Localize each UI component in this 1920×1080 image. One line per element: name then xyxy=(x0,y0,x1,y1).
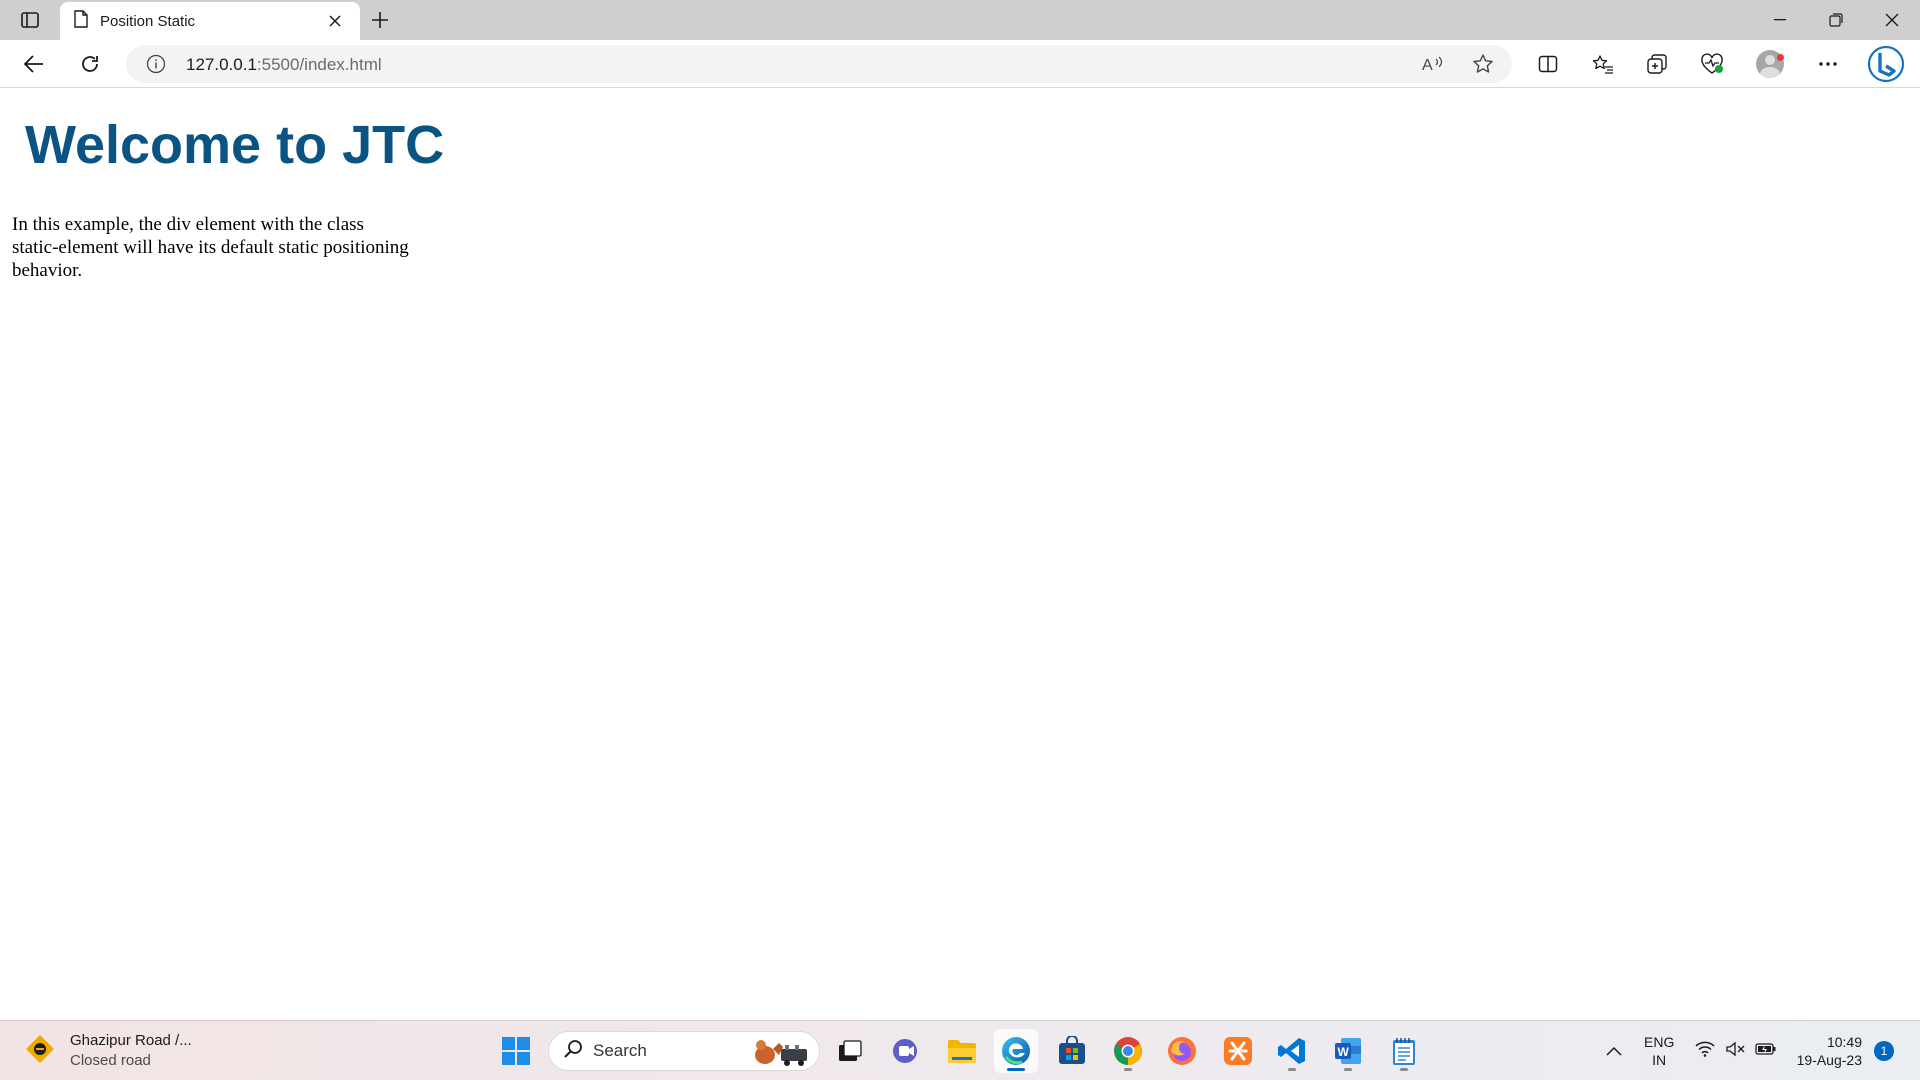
clock[interactable]: 10:49 19-Aug-23 xyxy=(1790,1033,1862,1069)
favorites-icon[interactable] xyxy=(1585,48,1621,80)
file-explorer-icon[interactable] xyxy=(940,1029,984,1073)
page-viewport: Welcome to JTC In this example, the div … xyxy=(0,89,1920,1019)
running-app-indicator xyxy=(1124,1068,1132,1071)
windows-start-icon[interactable] xyxy=(494,1029,538,1073)
teams-meet-icon[interactable] xyxy=(884,1029,928,1073)
taskbar-search[interactable]: Search xyxy=(548,1031,820,1071)
window-controls xyxy=(1752,0,1920,40)
favorite-star-icon[interactable] xyxy=(1468,52,1498,76)
weather-widget[interactable]: Ghazipur Road /... Closed road xyxy=(24,1031,192,1071)
browser-tab[interactable]: Position Static xyxy=(60,2,360,40)
notepad-icon[interactable] xyxy=(1382,1029,1426,1073)
url-host: 127.0.0.1 xyxy=(186,55,257,74)
quick-settings[interactable] xyxy=(1686,1029,1786,1073)
tab-actions-icon[interactable] xyxy=(14,8,46,32)
profile-avatar[interactable] xyxy=(1752,48,1788,80)
weather-subtitle: Closed road xyxy=(70,1052,151,1069)
page-heading: Welcome to JTC xyxy=(25,115,445,175)
speaker-muted-icon xyxy=(1725,1041,1745,1062)
search-icon xyxy=(563,1039,583,1064)
notification-dot xyxy=(1777,54,1784,61)
browser-essentials-icon[interactable] xyxy=(1694,48,1730,80)
svg-text:A: A xyxy=(1422,57,1433,73)
svg-text:W: W xyxy=(1338,1045,1350,1059)
tab-title: Position Static xyxy=(100,12,196,30)
restore-icon[interactable] xyxy=(1808,0,1864,40)
wifi-icon xyxy=(1695,1041,1715,1062)
new-tab-icon[interactable] xyxy=(366,6,394,34)
search-label: Search xyxy=(593,1041,647,1060)
xampp-icon[interactable] xyxy=(1216,1029,1260,1073)
active-app-indicator xyxy=(1007,1068,1025,1071)
address-bar[interactable]: 127.0.0.1:5500/index.html A xyxy=(126,45,1512,83)
input-language[interactable]: ENG IN xyxy=(1644,1033,1674,1069)
close-tab-icon[interactable] xyxy=(324,10,346,32)
page-icon xyxy=(74,9,88,33)
close-window-icon[interactable] xyxy=(1864,0,1920,40)
battery-charging-icon xyxy=(1755,1042,1777,1061)
microsoft-store-icon[interactable] xyxy=(1050,1029,1094,1073)
notification-count-badge[interactable]: 1 xyxy=(1874,1041,1894,1061)
tab-strip: Position Static xyxy=(0,0,1920,40)
running-app-indicator xyxy=(1344,1068,1352,1071)
word-icon[interactable]: W xyxy=(1326,1029,1370,1073)
browser-toolbar: 127.0.0.1:5500/index.html A xyxy=(0,40,1920,88)
language-code: ENG xyxy=(1644,1034,1675,1050)
chrome-icon[interactable] xyxy=(1106,1029,1150,1073)
running-app-indicator xyxy=(1400,1068,1408,1071)
show-hidden-icons-chevron-up-icon[interactable] xyxy=(1594,1029,1634,1073)
clock-time: 10:49 xyxy=(1826,1034,1862,1050)
weather-title: Ghazipur Road /... xyxy=(70,1032,192,1049)
minimize-icon[interactable] xyxy=(1752,0,1808,40)
read-aloud-icon[interactable]: A xyxy=(1418,52,1448,76)
more-options-icon[interactable] xyxy=(1810,48,1846,80)
clock-date: 19-Aug-23 xyxy=(1796,1052,1862,1068)
vscode-icon[interactable] xyxy=(1270,1029,1314,1073)
search-highlight-illustration-icon xyxy=(747,1035,813,1074)
split-screen-icon[interactable] xyxy=(1530,48,1566,80)
edge-browser-icon[interactable] xyxy=(994,1029,1038,1073)
back-icon[interactable] xyxy=(16,48,52,80)
task-view-icon[interactable] xyxy=(828,1029,872,1073)
bing-copilot-icon[interactable] xyxy=(1866,44,1906,84)
running-app-indicator xyxy=(1288,1068,1296,1071)
page-paragraph: In this example, the div element with th… xyxy=(12,214,409,281)
url-path: :5500/index.html xyxy=(256,55,382,74)
traffic-warning-icon xyxy=(24,1033,56,1070)
firefox-icon[interactable] xyxy=(1160,1029,1204,1073)
site-info-icon[interactable] xyxy=(146,54,166,79)
collections-icon[interactable] xyxy=(1639,48,1675,80)
url-text[interactable]: 127.0.0.1:5500/index.html xyxy=(186,55,382,75)
taskbar: Ghazipur Road /... Closed road Search W … xyxy=(0,1020,1920,1080)
region-code: IN xyxy=(1652,1052,1667,1068)
refresh-icon[interactable] xyxy=(72,48,108,80)
